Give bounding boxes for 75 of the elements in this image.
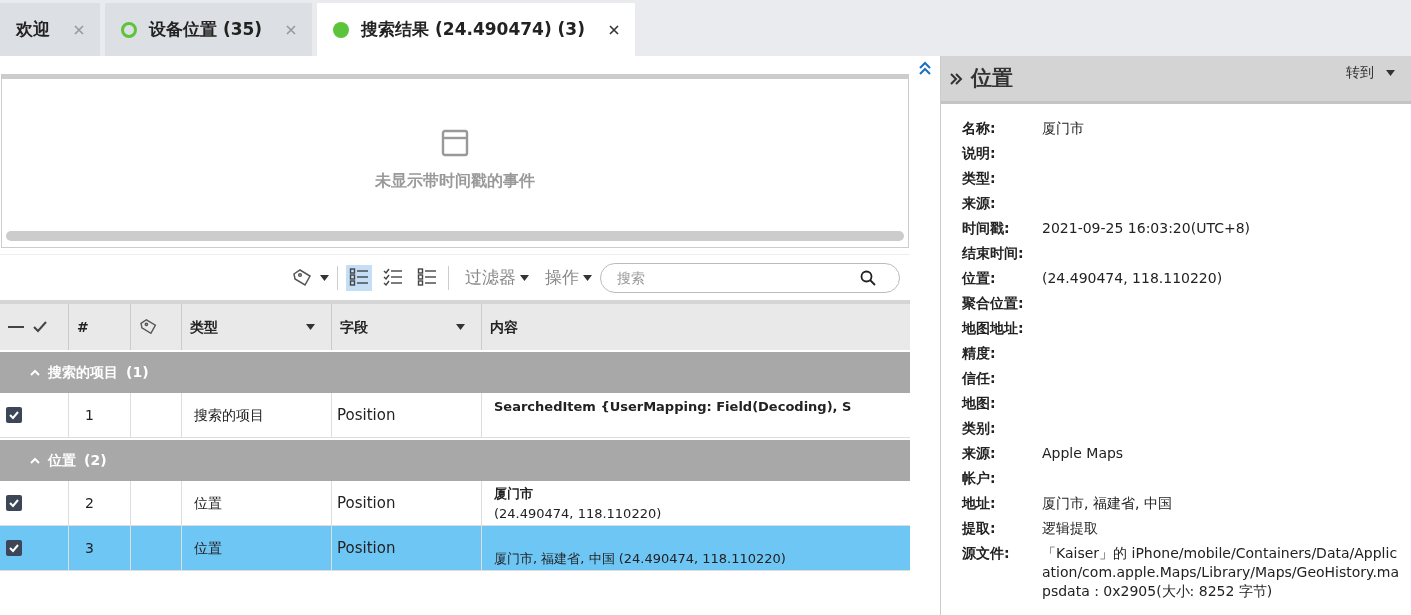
- table-row[interactable]: 2 位置 Position 厦门市 (24.490474, 118.110220): [0, 481, 910, 526]
- field-value: 厦门市, 福建省, 中国: [1042, 494, 1173, 513]
- table-cell-text: 位置: [194, 538, 222, 558]
- field-label: 来源:: [962, 194, 997, 213]
- checkbox[interactable]: [6, 407, 22, 423]
- check-icon[interactable]: [32, 320, 48, 334]
- table-cell-text: Position: [337, 404, 396, 426]
- field-label: 信任:: [962, 369, 997, 388]
- tab[interactable]: 欢迎: [0, 3, 100, 56]
- tab[interactable]: 设备位置 (35): [105, 3, 313, 56]
- tag-dropdown[interactable]: [292, 267, 329, 288]
- table-cell-text: 3: [85, 538, 94, 558]
- table-row[interactable]: 1 搜索的项目 Position SearchedItem {UserMapping: Field(Decoding), S: [0, 393, 910, 438]
- collapse-up-icon[interactable]: [918, 60, 932, 76]
- empty-message: 未显示带时间戳的事件: [375, 170, 535, 192]
- table-cell-text: (24.490474, 118.110220): [494, 504, 663, 523]
- caret-icon: [1386, 69, 1395, 76]
- field-label: 聚合位置:: [962, 294, 1025, 313]
- field-value: 逻辑提取: [1042, 519, 1099, 538]
- table-cell-text: 搜索的项目: [194, 405, 264, 425]
- field-label: 结束时间:: [962, 244, 1025, 263]
- field-label: 名称:: [962, 119, 997, 138]
- table-cell-text: SearchedItem {UserMapping: Field(Decoding), S: [494, 398, 853, 416]
- field-label: 来源:: [962, 444, 997, 463]
- table-cell-text: 2: [85, 493, 94, 513]
- field-label: 提取:: [962, 519, 997, 538]
- table-cell-text: Position: [337, 492, 396, 514]
- field-label: 地图:: [962, 394, 997, 413]
- caret-icon: [520, 274, 529, 281]
- tab[interactable]: 搜索结果 (24.490474) (3): [317, 3, 635, 56]
- field-value: (24.490474, 118.110220): [1042, 269, 1224, 288]
- field-label: 位置:: [962, 269, 997, 288]
- checkbox[interactable]: [6, 495, 22, 511]
- field-label: 类别:: [962, 419, 997, 438]
- search-field[interactable]: 搜索: [600, 262, 900, 293]
- goto-dropdown[interactable]: 转到: [1346, 62, 1403, 95]
- field-label: 精度:: [962, 344, 997, 363]
- field-label: 帐户:: [962, 469, 997, 488]
- collapse-icon: [30, 369, 40, 376]
- close-icon[interactable]: [608, 24, 619, 35]
- column-header[interactable]: 字段: [332, 304, 482, 350]
- actions-dropdown[interactable]: 操作: [545, 264, 592, 291]
- caret-icon: [320, 274, 329, 281]
- field-value: 2021-09-25 16:03:20(UTC+8): [1042, 219, 1251, 238]
- field-label: 地图地址:: [962, 319, 1025, 338]
- table-cell-text: 厦门市: [494, 485, 534, 503]
- filter-dropdown[interactable]: 过滤器: [465, 264, 529, 291]
- column-header[interactable]: #: [69, 304, 131, 350]
- scrollbar[interactable]: [6, 231, 904, 241]
- field-value: 厦门市: [1042, 119, 1085, 138]
- window-icon: [441, 129, 469, 157]
- caret-icon: [583, 274, 592, 281]
- field-label: 类型:: [962, 169, 997, 188]
- ring-icon: [121, 21, 137, 38]
- details-title: 位置: [971, 64, 1014, 92]
- table-cell-text: 1: [85, 405, 94, 425]
- caret-icon: [306, 324, 315, 330]
- field-value: 「Kaiser」的 iPhone/mobile/Containers/Data/Application/com.apple.Maps/Library/Maps/GeoHistory.mapsdata : 0x2905(大小: 8252 字节): [1042, 544, 1401, 601]
- table-cell-text: Position: [337, 537, 396, 559]
- field-label: 地址:: [962, 494, 997, 513]
- expand-right-icon[interactable]: [949, 71, 963, 86]
- field-value: Apple Maps: [1042, 444, 1125, 463]
- collapse-icon: [30, 457, 40, 464]
- column-header[interactable]: 内容: [482, 304, 910, 350]
- column-header[interactable]: 类型: [182, 304, 332, 350]
- table-cell-text: 位置: [194, 493, 222, 513]
- checkbox[interactable]: [6, 540, 22, 556]
- field-label: 时间戳:: [962, 219, 1011, 238]
- view-mode-button[interactable]: [346, 264, 372, 291]
- caret-icon: [456, 324, 465, 330]
- field-label: 源文件:: [962, 544, 1011, 563]
- table-row[interactable]: 3 位置 Position 厦门市, 福建省, 中国 (24.490474, 118.110220): [0, 526, 910, 571]
- field-label: 说明:: [962, 144, 997, 163]
- table-cell-text: 厦门市, 福建省, 中国 (24.490474, 118.110220): [494, 549, 787, 568]
- search-icon: [860, 269, 876, 286]
